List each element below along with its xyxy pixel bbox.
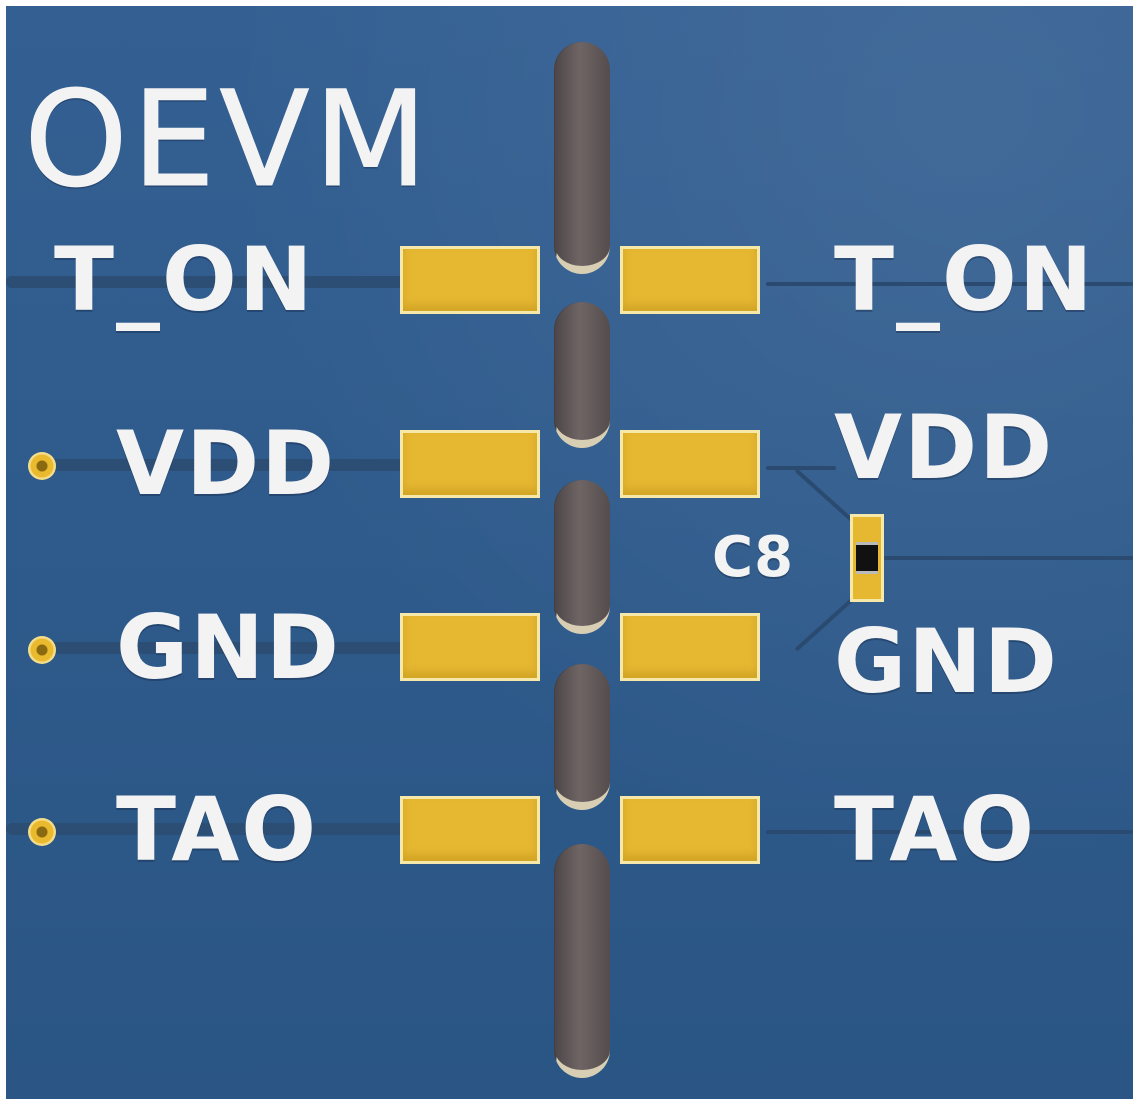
label-right-tao: TAO bbox=[834, 778, 1037, 881]
label-left-vdd: VDD bbox=[116, 412, 337, 515]
slot-5 bbox=[554, 844, 610, 1078]
slot-4 bbox=[554, 664, 610, 810]
label-left-t-on: T_ON bbox=[54, 228, 315, 331]
pcb-board: OEVM T_ON VDD GND TAO T_ON VDD GND TAO C… bbox=[6, 6, 1133, 1099]
label-right-gnd: GND bbox=[834, 610, 1059, 713]
label-right-t-on: T_ON bbox=[834, 228, 1095, 331]
slot-1 bbox=[554, 42, 610, 274]
label-left-tao: TAO bbox=[116, 778, 319, 881]
trace-cap-right bbox=[884, 556, 1133, 560]
pad-left-tao bbox=[400, 796, 540, 864]
label-right-vdd: VDD bbox=[834, 396, 1055, 499]
label-left-gnd: GND bbox=[116, 596, 341, 699]
trace-cap-vdd bbox=[766, 466, 836, 470]
pad-left-vdd bbox=[400, 430, 540, 498]
slot-3 bbox=[554, 480, 610, 634]
pad-right-gnd bbox=[620, 613, 760, 681]
via-gnd bbox=[28, 636, 56, 664]
board-title: OEVM bbox=[24, 63, 432, 217]
via-vdd bbox=[28, 452, 56, 480]
slot-2 bbox=[554, 302, 610, 448]
component-ref-c8: C8 bbox=[712, 525, 795, 590]
pad-right-t-on bbox=[620, 246, 760, 314]
pad-left-gnd bbox=[400, 613, 540, 681]
capacitor-c8-body bbox=[856, 542, 878, 574]
pad-right-vdd bbox=[620, 430, 760, 498]
pad-right-tao bbox=[620, 796, 760, 864]
pad-left-t-on bbox=[400, 246, 540, 314]
via-tao bbox=[28, 818, 56, 846]
